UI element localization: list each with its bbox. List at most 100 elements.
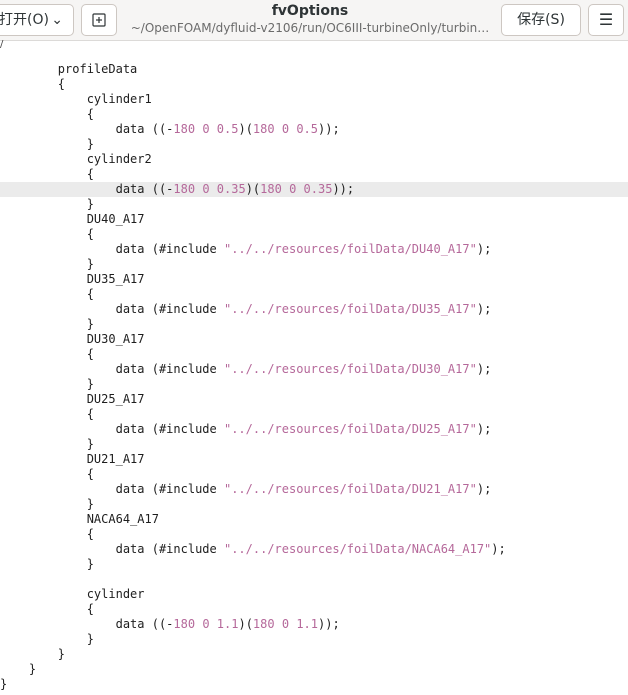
code-text: data (#include <box>0 542 224 556</box>
number-token: 0.35 <box>303 182 333 196</box>
current-line: data ((-180 0 0.35)(180 0 0.35)); <box>0 182 628 197</box>
file-path: ~/OpenFOAM/dyfluid-v2106/run/OC6III-turb… <box>130 21 490 35</box>
number-token: 1.1 <box>216 617 239 631</box>
code-text: profileData <box>0 62 138 76</box>
code-text: } <box>0 257 94 271</box>
code-text: } <box>0 497 94 511</box>
code-line: cylinder2 <box>0 152 628 167</box>
save-button[interactable]: 保存(S) <box>501 4 581 36</box>
code-line: data ((-180 0 0.5)(180 0 0.5)); <box>0 122 628 137</box>
code-text: } <box>0 557 94 571</box>
number-token: 0 <box>281 617 290 631</box>
string-token: "../../resources/foilData/DU30_A17" <box>223 362 477 376</box>
code-line: } <box>0 497 628 512</box>
code-line: data (#include "../../resources/foilData… <box>0 542 628 557</box>
code-text: DU30_A17 <box>0 332 145 346</box>
code-line: } <box>0 137 628 152</box>
code-text: { <box>0 347 94 361</box>
string-token: "../../resources/foilData/DU40_A17" <box>223 242 477 256</box>
number-token: 180 <box>260 182 282 196</box>
code-line: } <box>0 557 628 572</box>
code-line: { <box>0 602 628 617</box>
code-line: } <box>0 197 628 212</box>
string-token: "../../resources/foilData/DU35_A17" <box>223 302 477 316</box>
text-editor[interactable]: profileData { cylinder1 { data ((-180 0 … <box>0 41 628 695</box>
code-text: )); <box>332 182 355 196</box>
code-line: { <box>0 107 628 122</box>
code-text: } <box>0 632 94 646</box>
code-text: data (#include <box>0 422 224 436</box>
code-text: ); <box>476 482 492 496</box>
code-line: { <box>0 227 628 242</box>
new-tab-button[interactable] <box>81 4 117 36</box>
code-line: } <box>0 662 628 677</box>
code-line: { <box>0 287 628 302</box>
number-token: 0.5 <box>296 122 318 136</box>
code-text: { <box>0 602 94 616</box>
code-text: DU25_A17 <box>0 392 145 406</box>
code-text: } <box>0 647 66 661</box>
code-text: } <box>0 197 94 211</box>
window-title: fvOptions <box>271 3 349 19</box>
code-line: { <box>0 347 628 362</box>
code-line: NACA64_A17 <box>0 512 628 527</box>
number-token: 0 <box>281 122 290 136</box>
code-text: data (#include <box>0 482 224 496</box>
hamburger-menu-icon[interactable]: ☰ <box>588 4 624 36</box>
code-line: cylinder1 <box>0 92 628 107</box>
code-line: { <box>0 527 628 542</box>
number-token: 180 <box>252 122 275 136</box>
code-line: } <box>0 647 628 662</box>
code-text: ); <box>476 302 492 316</box>
code-text: cylinder <box>0 587 145 601</box>
code-line: data (#include "../../resources/foilData… <box>0 302 628 317</box>
code-text: DU35_A17 <box>0 272 145 286</box>
code-text: data ((- <box>0 617 174 631</box>
code-text: } <box>0 437 94 451</box>
code-text: } <box>0 137 94 151</box>
open-button[interactable]: 打开(O) ⌄ <box>0 4 74 36</box>
string-token: "../../resources/foilData/DU25_A17" <box>223 422 477 436</box>
header-bar: 打开(O) ⌄ fvOptions ~/OpenFOAM/dyfluid-v21… <box>0 0 628 41</box>
code-text: { <box>0 527 94 541</box>
code-text: DU21_A17 <box>0 452 145 466</box>
code-line: } <box>0 632 628 647</box>
code-text: cylinder2 <box>0 152 152 166</box>
code-text: ); <box>491 542 506 556</box>
code-line: DU21_A17 <box>0 452 628 467</box>
code-text: )); <box>318 617 340 631</box>
code-line: DU35_A17 <box>0 272 628 287</box>
code-text: cylinder1 <box>0 92 152 106</box>
code-text: } <box>0 317 94 331</box>
code-text: { <box>0 107 94 121</box>
code-text: { <box>0 407 94 421</box>
code-line: DU40_A17 <box>0 212 628 227</box>
string-token: "../../resources/foilData/DU21_A17" <box>223 482 477 496</box>
code-line: } <box>0 437 628 452</box>
code-text: } <box>0 377 94 391</box>
chevron-down-icon: ⌄ <box>51 12 63 28</box>
code-line: } <box>0 317 628 332</box>
number-token: 0 <box>202 182 210 196</box>
code-line: data ((-180 0 1.1)(180 0 1.1)); <box>0 617 628 632</box>
code-line: { <box>0 407 628 422</box>
code-text: ); <box>476 422 492 436</box>
code-line: data (#include "../../resources/foilData… <box>0 422 628 437</box>
code-text: )( <box>245 182 261 196</box>
number-token: 1.1 <box>296 617 318 631</box>
code-line: } <box>0 377 628 392</box>
code-line: data (#include "../../resources/foilData… <box>0 242 628 257</box>
number-token: 0.35 <box>216 182 246 196</box>
code-text: ); <box>476 362 492 376</box>
code-text: { <box>0 227 94 241</box>
code-text: DU40_A17 <box>0 212 145 226</box>
code-text: )( <box>238 617 253 631</box>
